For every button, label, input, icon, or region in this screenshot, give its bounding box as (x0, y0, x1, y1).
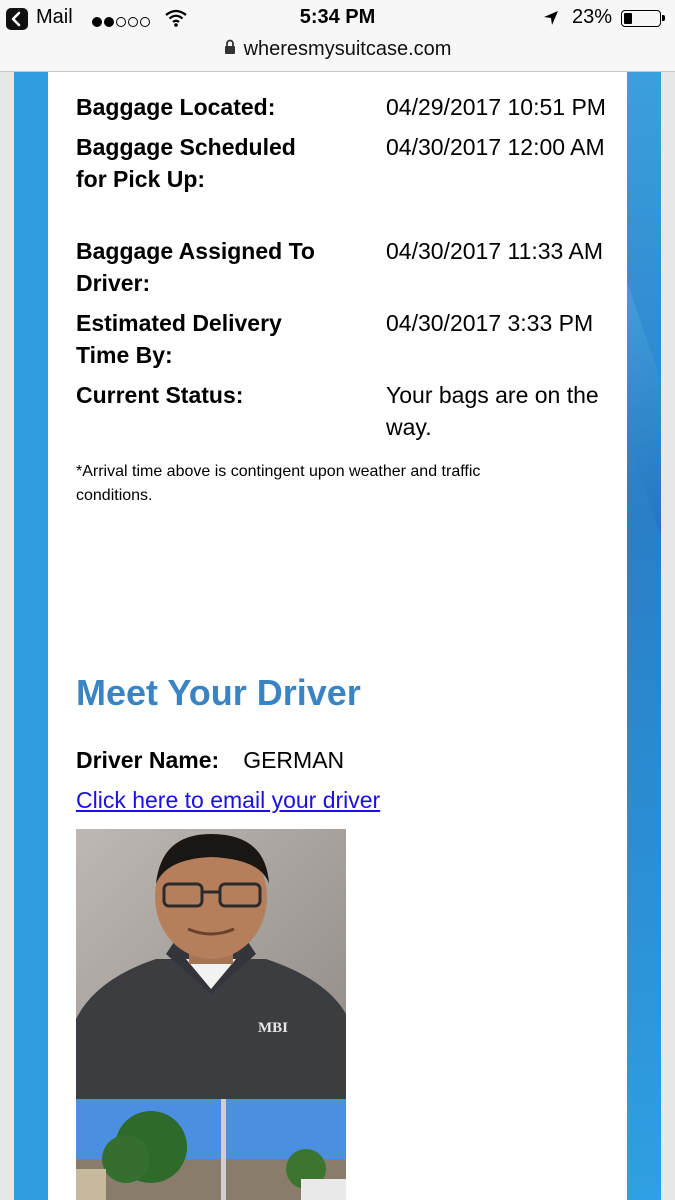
page-left-border (0, 72, 48, 1200)
url-text: wheresmysuitcase.com (243, 38, 452, 60)
location-arrow-icon (542, 9, 560, 32)
driver-photo: MBI (76, 829, 346, 1099)
content-card: Baggage Located: 04/29/2017 10:51 PM Bag… (48, 72, 627, 1200)
email-driver-link[interactable]: Click here to email your driver (76, 784, 380, 816)
tracking-value: 04/30/2017 11:33 AM (386, 238, 603, 264)
tracking-value: 04/30/2017 3:33 PM (386, 310, 594, 336)
current-status-value: Your bags are on the way. (386, 382, 599, 440)
driver-name-label: Driver Name: (76, 747, 220, 773)
address-bar[interactable]: wheresmysuitcase.com (0, 36, 675, 72)
meet-driver-heading: Meet Your Driver (76, 672, 361, 713)
battery-icon (621, 10, 665, 27)
tracking-label: Baggage Located: (76, 94, 276, 120)
outdoor-photo (76, 1099, 346, 1200)
cut-off-row (76, 72, 82, 86)
lock-icon (224, 38, 236, 61)
shirt-logo: MBI (258, 1020, 288, 1036)
arrival-disclaimer: *Arrival time above is contingent upon w… (76, 463, 481, 504)
battery-percent: 23% (572, 6, 613, 28)
tracking-value: 04/29/2017 10:51 PM (386, 94, 606, 120)
driver-name-row: Driver Name: GERMAN (76, 744, 344, 776)
web-page: Baggage Located: 04/29/2017 10:51 PM Bag… (0, 72, 675, 1200)
tracking-label: Baggage Assigned To Driver: (76, 238, 315, 296)
status-bar: Mail 5:34 PM 23% (0, 0, 675, 36)
tracking-label: Baggage Scheduled for Pick Up: (76, 134, 296, 192)
tracking-label: Estimated Delivery Time By: (76, 310, 282, 368)
driver-name-value: GERMAN (243, 747, 345, 773)
tracking-value: 04/30/2017 12:00 AM (386, 134, 605, 160)
tracking-label: Current Status: (76, 382, 244, 408)
